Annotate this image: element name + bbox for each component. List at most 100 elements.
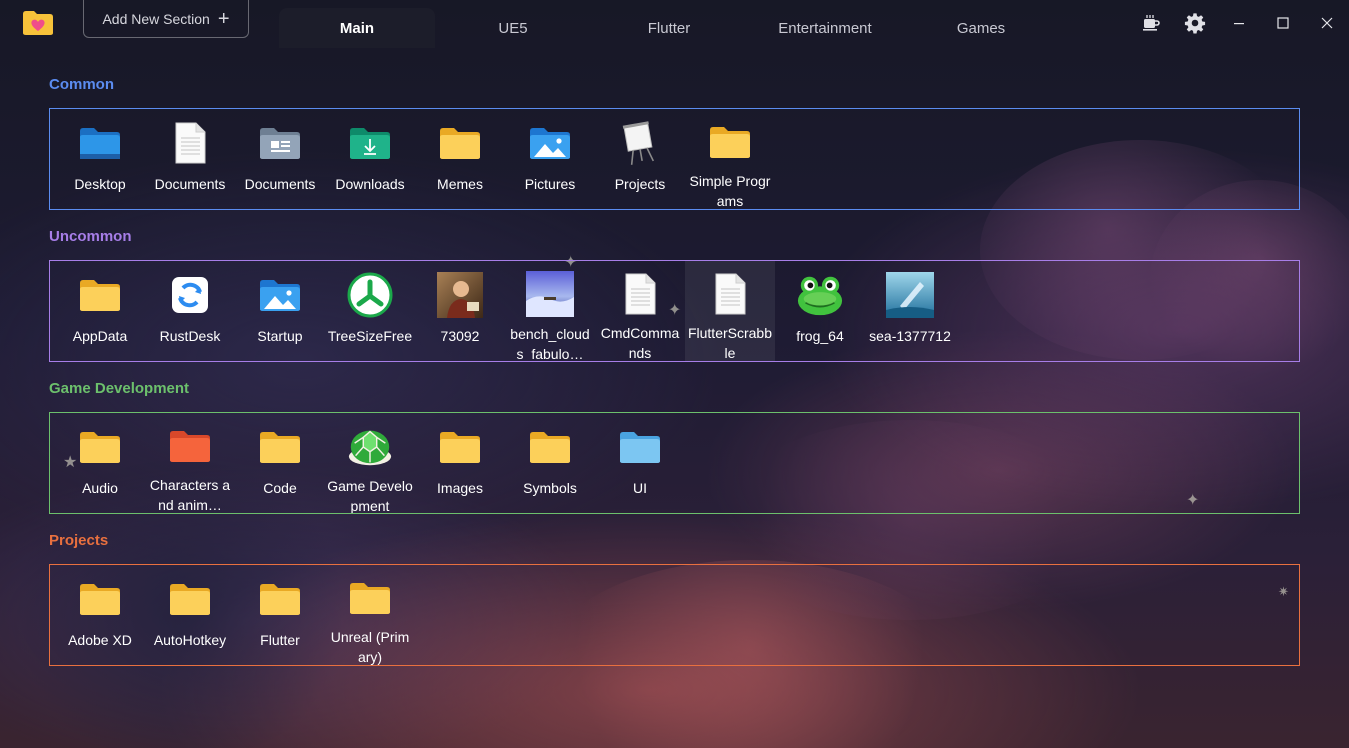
shortcut-item[interactable]: 73092 bbox=[415, 261, 505, 361]
document-icon bbox=[706, 271, 754, 316]
shortcut-label: 73092 bbox=[440, 328, 480, 344]
shortcut-item[interactable]: Adobe XD bbox=[55, 565, 145, 665]
shortcut-label: Documents bbox=[244, 176, 316, 192]
section-title-projects[interactable]: Projects bbox=[49, 532, 108, 549]
tab-flutter[interactable]: Flutter bbox=[591, 8, 747, 48]
shortcut-item[interactable]: Downloads bbox=[325, 109, 415, 209]
shortcut-item[interactable]: CmdCommands bbox=[595, 261, 685, 361]
shortcut-item[interactable]: Documents bbox=[235, 109, 325, 209]
shortcut-item[interactable]: Images bbox=[415, 413, 505, 513]
add-new-section-button[interactable]: Add New Section + bbox=[83, 0, 249, 38]
shortcut-label: CmdCommands bbox=[600, 325, 680, 361]
shortcut-item[interactable]: Simple Programs bbox=[685, 109, 775, 209]
shortcut-label: Documents bbox=[154, 176, 226, 192]
shortcut-label: Simple Programs bbox=[689, 173, 771, 209]
shortcut-item[interactable]: Startup bbox=[235, 261, 325, 361]
tab-label: Games bbox=[956, 19, 1006, 37]
shortcut-label: AutoHotkey bbox=[153, 632, 227, 648]
coffee-icon[interactable] bbox=[1129, 0, 1173, 46]
plus-icon: + bbox=[217, 7, 230, 30]
tab-label: UE5 bbox=[498, 19, 528, 37]
shortcut-label: Downloads bbox=[335, 176, 405, 192]
pictures-folder-icon bbox=[256, 271, 304, 319]
folder-icon bbox=[346, 575, 394, 620]
shortcut-item[interactable]: RustDesk bbox=[145, 261, 235, 361]
sea-image-icon bbox=[886, 271, 934, 319]
shortcut-label: Adobe XD bbox=[68, 632, 132, 648]
shortcut-item[interactable]: AutoHotkey bbox=[145, 565, 235, 665]
tab-label: Main bbox=[339, 19, 375, 37]
minimize-icon[interactable] bbox=[1217, 0, 1261, 46]
shortcut-item[interactable]: TreeSizeFree bbox=[325, 261, 415, 361]
shortcut-item[interactable]: Unreal (Primary) bbox=[325, 565, 415, 665]
shortcut-label: Startup bbox=[257, 328, 303, 344]
window-controls bbox=[1129, 0, 1349, 46]
shortcut-item[interactable]: Audio bbox=[55, 413, 145, 513]
shortcut-label: UI bbox=[633, 480, 647, 496]
portrait-image-icon bbox=[436, 271, 484, 319]
tab-entertainment[interactable]: Entertainment bbox=[747, 8, 903, 48]
section-title-common[interactable]: Common bbox=[49, 76, 114, 93]
easel-icon bbox=[616, 119, 664, 167]
shortcut-label: RustDesk bbox=[159, 328, 221, 344]
section-title-game-development[interactable]: Game Development bbox=[49, 380, 189, 397]
tab-games[interactable]: Games bbox=[903, 8, 1059, 48]
gear-icon[interactable] bbox=[1173, 0, 1217, 46]
title-bar: Add New Section + Main UE5 Flutter Enter… bbox=[0, 0, 1349, 52]
landscape-image-icon bbox=[526, 271, 574, 317]
folder-icon bbox=[76, 575, 124, 623]
folder-icon bbox=[436, 119, 484, 167]
shortcut-item[interactable]: FlutterScrabble bbox=[685, 261, 775, 361]
shortcut-item[interactable]: Characters and anim… bbox=[145, 413, 235, 513]
shortcut-item[interactable]: Pictures bbox=[505, 109, 595, 209]
shortcut-item[interactable]: Game Development bbox=[325, 413, 415, 513]
section-projects: Adobe XD AutoHotkey Flutter Unreal (Primary… bbox=[49, 564, 1300, 666]
folder-icon bbox=[166, 575, 214, 623]
section-uncommon: AppData RustDesk Startup TreeSizeFree 73092 b… bbox=[49, 260, 1300, 362]
tab-ue5[interactable]: UE5 bbox=[435, 8, 591, 48]
close-icon[interactable] bbox=[1305, 0, 1349, 46]
shortcut-item[interactable]: sea-1377712 bbox=[865, 261, 955, 361]
shortcut-label: Code bbox=[263, 480, 297, 496]
shortcut-label: sea-1377712 bbox=[869, 328, 951, 344]
treesize-icon bbox=[346, 271, 394, 319]
shortcut-label: frog_64 bbox=[796, 328, 844, 344]
shortcut-item[interactable]: Desktop bbox=[55, 109, 145, 209]
turtle-shell-icon bbox=[346, 423, 394, 469]
shortcut-label: Symbols bbox=[523, 480, 577, 496]
document-icon bbox=[616, 271, 664, 316]
shortcut-item[interactable]: Symbols bbox=[505, 413, 595, 513]
folder-icon bbox=[76, 423, 124, 471]
orange-folder-icon bbox=[166, 423, 214, 468]
shortcut-item[interactable]: Documents bbox=[145, 109, 235, 209]
tab-label: Entertainment bbox=[778, 19, 872, 37]
folder-icon bbox=[256, 423, 304, 471]
app-folder-heart-icon[interactable] bbox=[22, 10, 54, 36]
tab-main[interactable]: Main bbox=[279, 8, 435, 48]
add-section-label: Add New Section bbox=[102, 10, 210, 27]
shortcut-item[interactable]: UI bbox=[595, 413, 685, 513]
document-icon bbox=[166, 119, 214, 167]
tab-label: Flutter bbox=[647, 19, 691, 37]
shortcut-item[interactable]: Flutter bbox=[235, 565, 325, 665]
rustdesk-icon bbox=[166, 271, 214, 319]
shortcut-item[interactable]: Code bbox=[235, 413, 325, 513]
maximize-icon[interactable] bbox=[1261, 0, 1305, 46]
shortcut-label: Images bbox=[437, 480, 483, 496]
blue-folder-icon bbox=[616, 423, 664, 471]
shortcut-label: TreeSizeFree bbox=[327, 328, 413, 344]
shortcut-label: Projects bbox=[614, 176, 666, 192]
shortcut-item[interactable]: AppData bbox=[55, 261, 145, 361]
folder-icon bbox=[256, 575, 304, 623]
shortcut-item[interactable]: frog_64 bbox=[775, 261, 865, 361]
shortcut-label: Audio bbox=[82, 480, 118, 496]
shortcut-label: Memes bbox=[437, 176, 483, 192]
shortcut-label: Desktop bbox=[74, 176, 126, 192]
shortcut-item[interactable]: Memes bbox=[415, 109, 505, 209]
shortcut-item[interactable]: bench_clouds_fabulo… bbox=[505, 261, 595, 361]
tab-bar: Main UE5 Flutter Entertainment Games bbox=[279, 8, 1059, 48]
frog-icon bbox=[796, 271, 844, 319]
desktop-folder-icon bbox=[76, 119, 124, 167]
shortcut-item[interactable]: Projects bbox=[595, 109, 685, 209]
section-title-uncommon[interactable]: Uncommon bbox=[49, 228, 132, 245]
